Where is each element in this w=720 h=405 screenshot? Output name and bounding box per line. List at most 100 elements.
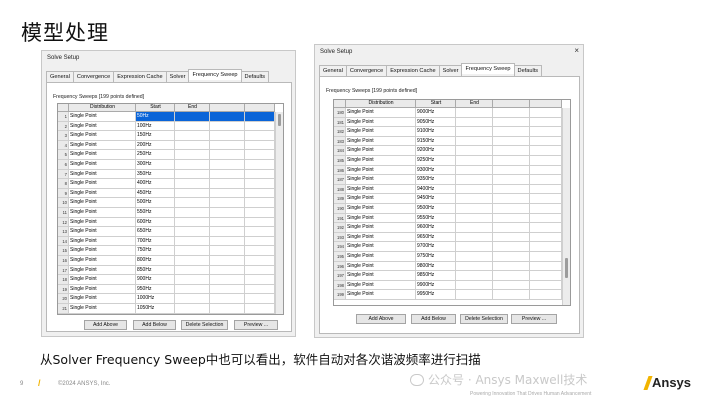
blank-cell[interactable] bbox=[493, 156, 530, 166]
row-number[interactable]: 194 bbox=[334, 242, 346, 252]
distribution-cell[interactable]: Single Point bbox=[69, 275, 136, 285]
row-number[interactable]: 180 bbox=[334, 108, 346, 118]
start-cell[interactable]: 9650Hz bbox=[416, 232, 456, 243]
table-row[interactable]: 180 Single Point 9000Hz bbox=[334, 108, 562, 118]
start-cell[interactable]: 9550Hz bbox=[416, 213, 456, 224]
table-row[interactable]: 195 Single Point 9750Hz bbox=[334, 252, 562, 262]
start-cell[interactable]: 9250Hz bbox=[416, 156, 456, 166]
blank-cell[interactable] bbox=[493, 204, 530, 214]
end-cell[interactable] bbox=[175, 208, 210, 218]
end-cell[interactable] bbox=[456, 146, 493, 156]
end-cell[interactable] bbox=[456, 232, 493, 243]
blank-cell[interactable] bbox=[493, 117, 530, 128]
table-scrollbar[interactable] bbox=[275, 112, 283, 314]
row-number[interactable]: 184 bbox=[334, 146, 346, 156]
blank-cell[interactable] bbox=[493, 175, 530, 185]
blank-cell[interactable] bbox=[245, 198, 275, 208]
row-number[interactable]: 190 bbox=[334, 204, 346, 214]
row-number[interactable]: 186 bbox=[334, 165, 346, 176]
table-row[interactable]: 15 Single Point 750Hz bbox=[58, 246, 275, 256]
preview-button[interactable]: Preview ... bbox=[234, 320, 278, 330]
blank-cell[interactable] bbox=[210, 294, 245, 304]
end-cell[interactable] bbox=[456, 127, 493, 137]
distribution-cell[interactable]: Single Point bbox=[69, 246, 136, 256]
column-header-distribution[interactable]: Distribution bbox=[346, 100, 416, 108]
table-row[interactable]: 190 Single Point 9500Hz bbox=[334, 204, 562, 214]
end-cell[interactable] bbox=[175, 275, 210, 285]
blank-cell[interactable] bbox=[245, 150, 275, 160]
table-row[interactable]: 5 Single Point 250Hz bbox=[58, 150, 275, 160]
row-number[interactable]: 4 bbox=[58, 140, 69, 151]
table-row[interactable]: 13 Single Point 650Hz bbox=[58, 227, 275, 237]
start-cell[interactable]: 850Hz bbox=[136, 265, 175, 276]
start-cell[interactable]: 800Hz bbox=[136, 256, 175, 266]
distribution-cell[interactable]: Single Point bbox=[346, 271, 416, 281]
blank-cell[interactable] bbox=[245, 160, 275, 170]
blank-cell[interactable] bbox=[530, 146, 562, 156]
end-cell[interactable] bbox=[456, 204, 493, 214]
blank-cell[interactable] bbox=[493, 252, 530, 262]
distribution-cell[interactable]: Single Point bbox=[69, 160, 136, 170]
table-row[interactable]: 3 Single Point 150Hz bbox=[58, 131, 275, 141]
blank-cell[interactable] bbox=[210, 208, 245, 218]
distribution-cell[interactable]: Single Point bbox=[69, 284, 136, 295]
blank-cell[interactable] bbox=[530, 242, 562, 252]
blank-cell[interactable] bbox=[530, 290, 562, 300]
blank-cell[interactable] bbox=[530, 261, 562, 272]
blank-cell[interactable] bbox=[530, 271, 562, 281]
start-cell[interactable]: 9200Hz bbox=[416, 146, 456, 156]
blank-cell[interactable] bbox=[493, 136, 530, 147]
end-cell[interactable] bbox=[175, 256, 210, 266]
tab-defaults[interactable]: Defaults bbox=[240, 71, 270, 82]
close-icon[interactable]: × bbox=[574, 46, 579, 55]
end-cell[interactable] bbox=[456, 136, 493, 147]
start-cell[interactable]: 350Hz bbox=[136, 169, 175, 180]
table-row[interactable]: 186 Single Point 9300Hz bbox=[334, 165, 562, 176]
row-number[interactable]: 183 bbox=[334, 136, 346, 147]
row-number[interactable]: 5 bbox=[58, 150, 69, 160]
blank-cell[interactable] bbox=[245, 140, 275, 151]
table-row[interactable]: 2 Single Point 100Hz bbox=[58, 121, 275, 132]
distribution-cell[interactable]: Single Point bbox=[346, 280, 416, 291]
row-number[interactable]: 10 bbox=[58, 198, 69, 208]
blank-cell[interactable] bbox=[530, 175, 562, 185]
distribution-cell[interactable]: Single Point bbox=[69, 265, 136, 276]
table-row[interactable]: 193 Single Point 9650Hz bbox=[334, 232, 562, 243]
distribution-cell[interactable]: Single Point bbox=[346, 242, 416, 252]
row-number[interactable]: 14 bbox=[58, 236, 69, 247]
distribution-cell[interactable]: Single Point bbox=[346, 146, 416, 156]
start-cell[interactable]: 1000Hz bbox=[136, 294, 175, 304]
end-cell[interactable] bbox=[456, 184, 493, 195]
start-cell[interactable]: 9500Hz bbox=[416, 204, 456, 214]
end-cell[interactable] bbox=[175, 304, 210, 314]
blank-cell[interactable] bbox=[530, 280, 562, 291]
end-cell[interactable] bbox=[456, 108, 493, 118]
tab-expression-cache[interactable]: Expression Cache bbox=[386, 65, 440, 76]
blank-cell[interactable] bbox=[530, 165, 562, 176]
end-cell[interactable] bbox=[456, 280, 493, 291]
blank-cell[interactable] bbox=[530, 232, 562, 243]
add-below-button[interactable]: Add Below bbox=[133, 320, 176, 330]
row-number[interactable]: 182 bbox=[334, 127, 346, 137]
distribution-cell[interactable]: Single Point bbox=[69, 236, 136, 247]
start-cell[interactable]: 550Hz bbox=[136, 208, 175, 218]
blank-cell[interactable] bbox=[210, 275, 245, 285]
end-cell[interactable] bbox=[175, 188, 210, 199]
blank-cell[interactable] bbox=[493, 184, 530, 195]
tab-defaults[interactable]: Defaults bbox=[513, 65, 543, 76]
blank-cell[interactable] bbox=[245, 236, 275, 247]
table-row[interactable]: 4 Single Point 200Hz bbox=[58, 140, 275, 151]
distribution-cell[interactable]: Single Point bbox=[69, 140, 136, 151]
table-row[interactable]: 20 Single Point 1000Hz bbox=[58, 294, 275, 304]
blank-cell[interactable] bbox=[530, 213, 562, 224]
distribution-cell[interactable]: Single Point bbox=[69, 304, 136, 314]
table-row[interactable]: 16 Single Point 800Hz bbox=[58, 256, 275, 266]
distribution-cell[interactable]: Single Point bbox=[69, 294, 136, 304]
blank-cell[interactable] bbox=[245, 179, 275, 189]
tab-convergence[interactable]: Convergence bbox=[72, 71, 115, 82]
distribution-cell[interactable]: Single Point bbox=[346, 290, 416, 300]
start-cell[interactable]: 9000Hz bbox=[416, 108, 456, 118]
row-number[interactable]: 1 bbox=[58, 112, 69, 122]
start-cell[interactable]: 650Hz bbox=[136, 227, 175, 237]
blank-cell[interactable] bbox=[493, 146, 530, 156]
